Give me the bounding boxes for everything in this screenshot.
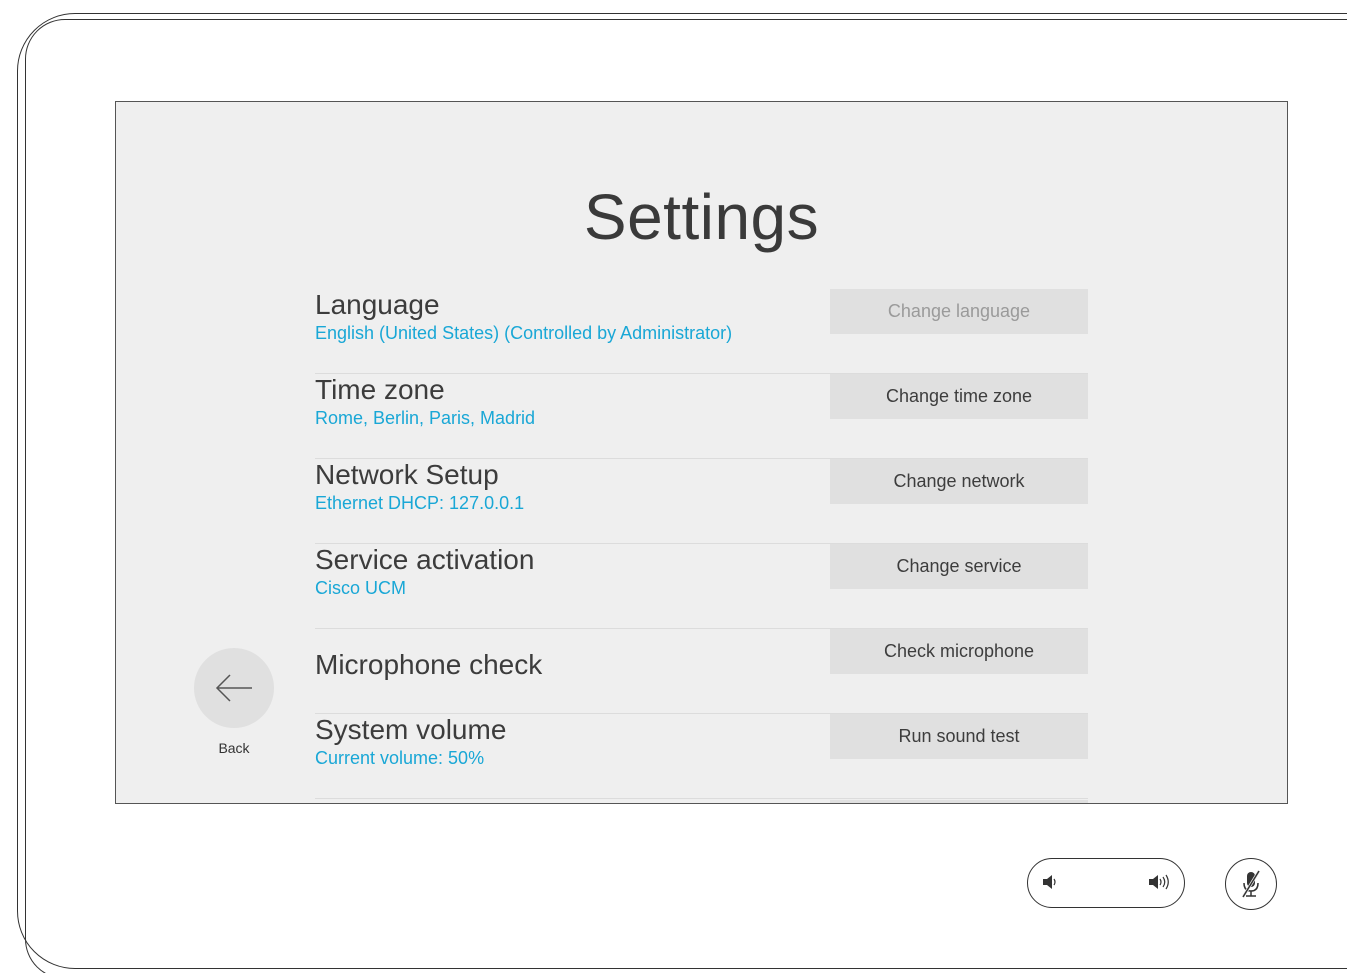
volume-down-icon[interactable] [1042, 873, 1058, 891]
settings-row-time-zone: Time zone Rome, Berlin, Paris, Madrid Ch… [315, 374, 1088, 459]
settings-row-network: Network Setup Ethernet DHCP: 127.0.0.1 C… [315, 459, 1088, 544]
change-language-button[interactable]: Change language [830, 289, 1088, 334]
row-value: Current volume: 50% [315, 748, 485, 768]
check-microphone-button[interactable]: Check microphone [830, 629, 1088, 674]
change-network-button[interactable]: Change network [830, 459, 1088, 504]
settings-screen: Settings Language English (United States… [115, 101, 1288, 804]
mute-button[interactable] [1225, 858, 1277, 910]
page-title: Settings [583, 181, 820, 253]
settings-row-volume: System volume Current volume: 50% Run so… [315, 714, 1088, 799]
row-label: Network Setup [315, 459, 499, 490]
row-value: Ethernet DHCP: 127.0.0.1 [315, 493, 525, 513]
settings-row-language: Language English (United States) (Contro… [315, 289, 1088, 374]
microphone-muted-icon [1241, 870, 1261, 898]
row-label: Service activation [315, 544, 535, 575]
run-sound-test-button[interactable]: Run sound test [830, 714, 1088, 759]
volume-up-icon[interactable] [1148, 873, 1170, 891]
settings-row-service: Service activation Cisco UCM Change serv… [315, 544, 1088, 629]
row-value: English (United States) (Controlled by A… [315, 323, 733, 343]
row-label: Language [315, 289, 440, 320]
row-value: Rome, Berlin, Paris, Madrid [315, 408, 536, 428]
volume-control[interactable] [1027, 858, 1185, 908]
settings-row-microphone: Microphone check Check microphone [315, 629, 1088, 714]
row-label: System volume [315, 714, 507, 745]
row-label: Microphone check [315, 649, 543, 680]
partial-next-button[interactable] [830, 800, 1088, 803]
back-button[interactable] [194, 648, 274, 728]
back-label: Back [218, 740, 250, 756]
change-time-zone-button[interactable]: Change time zone [830, 374, 1088, 419]
change-service-button[interactable]: Change service [830, 544, 1088, 589]
row-label: Time zone [315, 374, 445, 405]
arrow-left-icon [215, 674, 252, 702]
row-value: Cisco UCM [315, 578, 407, 598]
